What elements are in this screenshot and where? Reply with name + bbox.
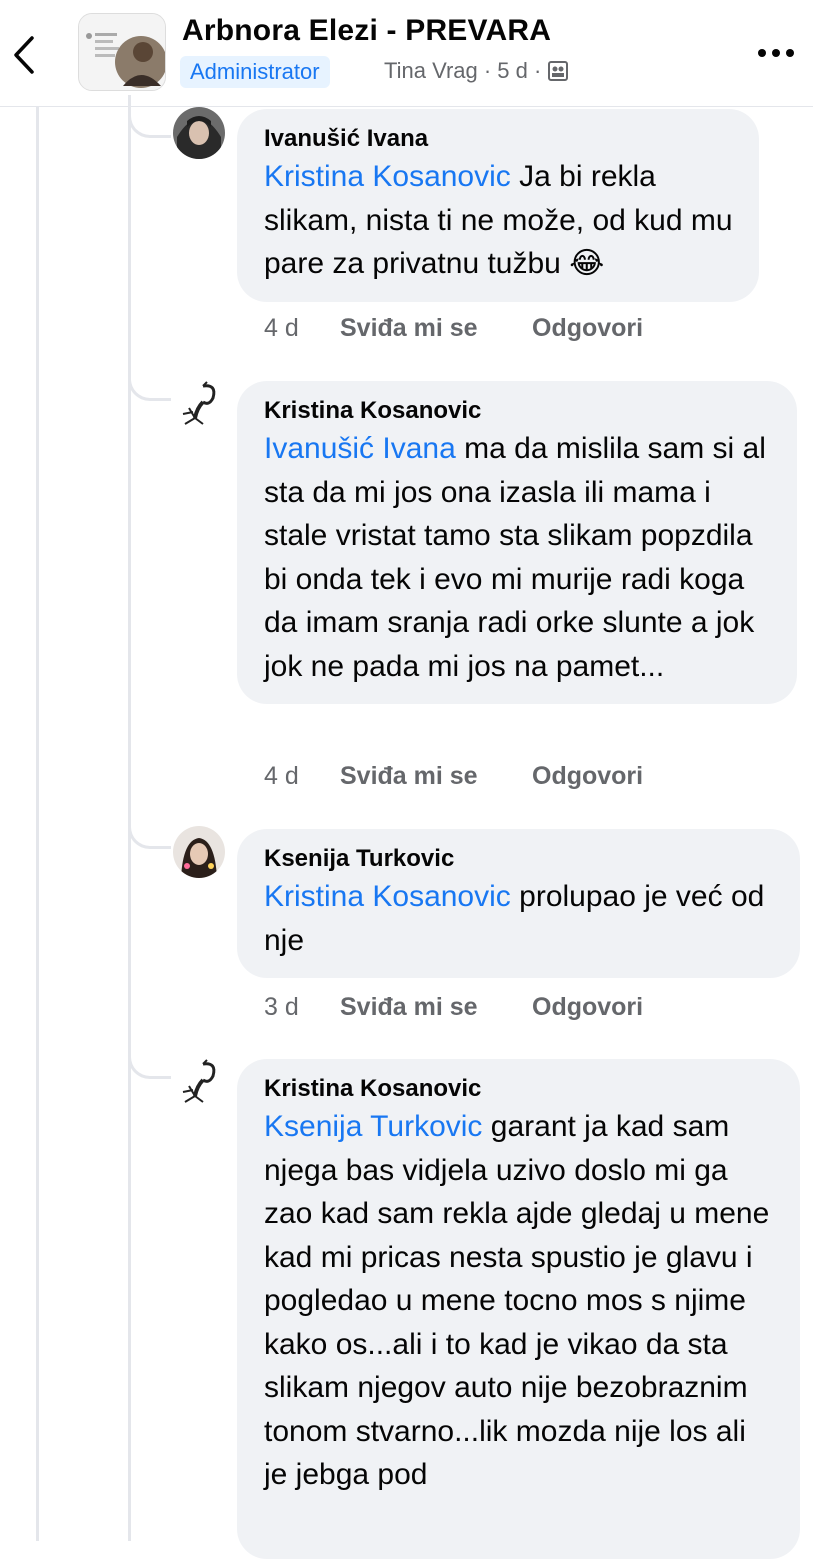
thread-connector <box>128 1036 171 1079</box>
comment-author[interactable]: Ksenija Turkovic <box>264 843 774 875</box>
comment-actions: 3 d Sviđa mi se Odgovori <box>264 993 643 1022</box>
page-title: Arbnora Elezi - PREVARA <box>182 14 552 47</box>
reply-button[interactable]: Odgovori <box>532 993 643 1022</box>
members-icon <box>548 61 569 81</box>
post-author-time[interactable]: Tina Vrag · 5 d · <box>384 58 541 84</box>
comment-bubble: Ksenija Turkovic Kristina Kosanovic prol… <box>237 829 800 978</box>
thread-connector <box>128 806 171 849</box>
mention-link[interactable]: Kristina Kosanovic <box>264 160 511 193</box>
comment-text: Ksenija Turkovic garant ja kad sam njega… <box>264 1110 770 1491</box>
like-button[interactable]: Sviđa mi se <box>340 762 532 791</box>
comment-bubble: Ivanušić Ivana Kristina Kosanovic Ja bi … <box>237 109 759 302</box>
comment-text: Kristina Kosanovic prolupao je već od nj… <box>264 880 765 957</box>
comment-time[interactable]: 3 d <box>264 993 340 1022</box>
mention-link[interactable]: Ivanušić Ivana <box>264 432 456 465</box>
comment-actions: 4 d Sviđa mi se Odgovori <box>264 314 643 343</box>
avatar[interactable] <box>173 378 225 430</box>
avatar[interactable] <box>173 1056 225 1108</box>
comment-text: Kristina Kosanovic Ja bi rekla slikam, n… <box>264 160 733 280</box>
avatar[interactable] <box>173 107 225 159</box>
like-button[interactable]: Sviđa mi se <box>340 314 532 343</box>
thread-line-outer <box>36 107 39 1541</box>
ellipsis-icon <box>758 49 794 57</box>
comment-author[interactable]: Kristina Kosanovic <box>264 395 771 427</box>
admin-badge: Administrator <box>180 56 330 88</box>
reply-button[interactable]: Odgovori <box>532 314 643 343</box>
chevron-left-icon <box>14 36 34 74</box>
avatar[interactable] <box>173 826 225 878</box>
back-button[interactable] <box>8 30 40 80</box>
mention-link[interactable]: Ksenija Turkovic <box>264 1110 482 1143</box>
mention-link[interactable]: Kristina Kosanovic <box>264 880 511 913</box>
comment-text: Ivanušić Ivana ma da mislila sam si al s… <box>264 432 766 683</box>
reply-button[interactable]: Odgovori <box>532 762 643 791</box>
post-header: Arbnora Elezi - PREVARA Administrator Ti… <box>0 0 813 107</box>
comment-time[interactable]: 4 d <box>264 314 340 343</box>
comment-author[interactable]: Kristina Kosanovic <box>264 1073 774 1105</box>
laughing-emoji-icon: 😂 <box>569 247 605 280</box>
thread-connector <box>128 358 171 401</box>
comment-author[interactable]: Ivanušić Ivana <box>264 123 733 155</box>
more-options-button[interactable] <box>752 38 800 68</box>
scorpion-icon <box>182 1059 216 1103</box>
like-button[interactable]: Sviđa mi se <box>340 993 532 1022</box>
comment-bubble: Kristina Kosanovic Ivanušić Ivana ma da … <box>237 381 797 704</box>
scorpion-icon <box>182 381 216 425</box>
thread-connector <box>128 95 171 138</box>
post-meta: Tina Vrag · 5 d · <box>384 58 569 84</box>
comment-time[interactable]: 4 d <box>264 762 340 791</box>
comment-bubble: Kristina Kosanovic Ksenija Turkovic gara… <box>237 1059 800 1559</box>
group-thumbnail[interactable] <box>78 13 166 91</box>
comment-actions: 4 d Sviđa mi se Odgovori <box>264 762 643 791</box>
